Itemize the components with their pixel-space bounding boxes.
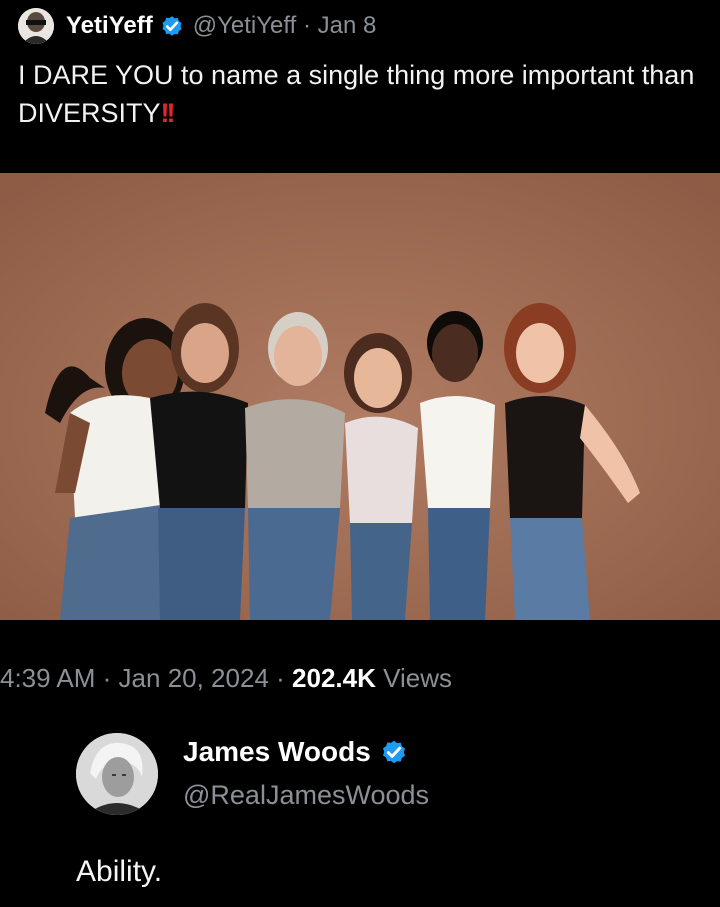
views-count[interactable]: 202.4K — [292, 663, 376, 693]
reply-text: Ability. — [76, 855, 163, 888]
author-name[interactable]: YetiYeff — [66, 12, 153, 40]
verified-badge-icon — [162, 16, 182, 36]
author-avatar[interactable] — [18, 8, 54, 44]
author-handle-date: @YetiYeff · Jan 8 — [193, 12, 377, 40]
reply-author-name[interactable]: James Woods — [183, 736, 371, 768]
separator: · — [302, 12, 311, 39]
tweet-date[interactable]: Jan 8 — [318, 12, 377, 39]
person-4 — [344, 333, 418, 620]
verified-badge-icon — [382, 740, 405, 764]
tweet-time[interactable]: 4:39 AM — [0, 663, 95, 693]
double-exclamation-icon: !! — [160, 98, 176, 128]
tweet-body: I DARE YOU to name a single thing more i… — [18, 60, 695, 128]
tweet-header: YetiYeff @YetiYeff · Jan 8 — [18, 4, 376, 48]
tweet-photo[interactable] — [0, 173, 720, 620]
reply-author-header: James Woods — [183, 736, 409, 768]
group-photo — [0, 173, 720, 620]
author-handle[interactable]: @YetiYeff — [193, 12, 297, 39]
tweet-full-date[interactable]: Jan 20, 2024 — [119, 663, 269, 693]
tweet-text: I DARE YOU to name a single thing more i… — [18, 56, 708, 132]
separator: · — [276, 663, 285, 693]
tweet-meta: 4:39 AM · Jan 20, 2024 · 202.4K Views — [0, 663, 452, 694]
reply-author-handle[interactable]: @RealJamesWoods — [183, 780, 429, 811]
views-label: Views — [383, 663, 453, 693]
separator: · — [102, 663, 112, 693]
reply-author-avatar[interactable] — [76, 733, 158, 815]
